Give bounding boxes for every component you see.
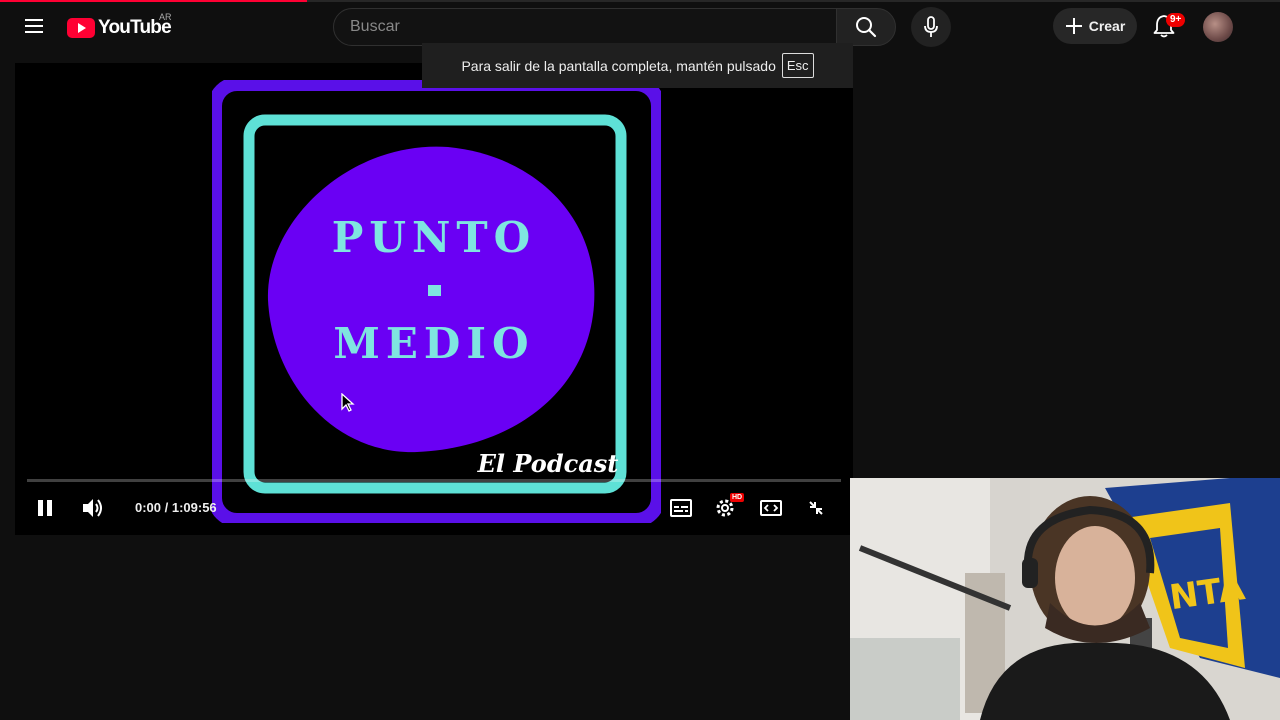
time-display: 0:00 / 1:09:56: [135, 500, 217, 515]
esc-key-label: Esc: [781, 53, 814, 78]
video-progress-bar[interactable]: [27, 479, 841, 482]
artwork-title-line2: MEDIO: [333, 319, 534, 368]
pause-icon: [38, 500, 52, 516]
notification-count-badge: 9+: [1166, 13, 1186, 27]
exit-fullscreen-button[interactable]: [798, 490, 834, 526]
mouse-cursor-icon: [341, 393, 355, 412]
pause-button[interactable]: [27, 490, 63, 526]
webcam-overlay: NTA: [850, 478, 1280, 720]
search-icon: [856, 17, 877, 38]
podcast-artwork: PUNTO MEDIO El Podcast: [212, 80, 661, 523]
youtube-logo[interactable]: YouTube AR: [67, 12, 172, 40]
youtube-play-logo-icon: [67, 18, 95, 38]
subtitles-button[interactable]: [663, 490, 699, 526]
menu-button[interactable]: [14, 6, 54, 46]
subtitles-icon: [670, 499, 692, 517]
menu-icon: [25, 19, 43, 33]
fullscreen-exit-notice: Para salir de la pantalla completa, mant…: [422, 43, 853, 88]
logo-country-code: AR: [159, 12, 172, 22]
settings-button[interactable]: HD: [708, 490, 745, 526]
plus-icon: [1065, 18, 1082, 34]
theater-mode-icon: [760, 500, 782, 516]
search-button[interactable]: [836, 8, 896, 46]
search-box: [333, 8, 837, 46]
volume-icon: [83, 499, 102, 517]
theater-mode-button[interactable]: [753, 490, 789, 526]
search-input[interactable]: [348, 17, 822, 37]
video-player[interactable]: PUNTO MEDIO El Podcast 0:00 / 1:09:56 HD: [15, 63, 853, 535]
artwork-subtitle: El Podcast: [477, 449, 619, 478]
mic-icon: [924, 16, 938, 37]
hd-badge: HD: [730, 493, 745, 502]
avatar[interactable]: [1203, 12, 1233, 42]
artwork-title-line1: PUNTO: [332, 213, 536, 262]
webcam-feed: NTA: [850, 478, 1280, 720]
volume-button[interactable]: [75, 490, 111, 526]
create-button[interactable]: Crear: [1053, 8, 1137, 44]
create-button-label: Crear: [1088, 18, 1126, 34]
voice-search-button[interactable]: [911, 7, 951, 47]
fullscreen-notice-text: Para salir de la pantalla completa, mant…: [461, 57, 776, 74]
exit-fullscreen-icon: [809, 501, 823, 515]
